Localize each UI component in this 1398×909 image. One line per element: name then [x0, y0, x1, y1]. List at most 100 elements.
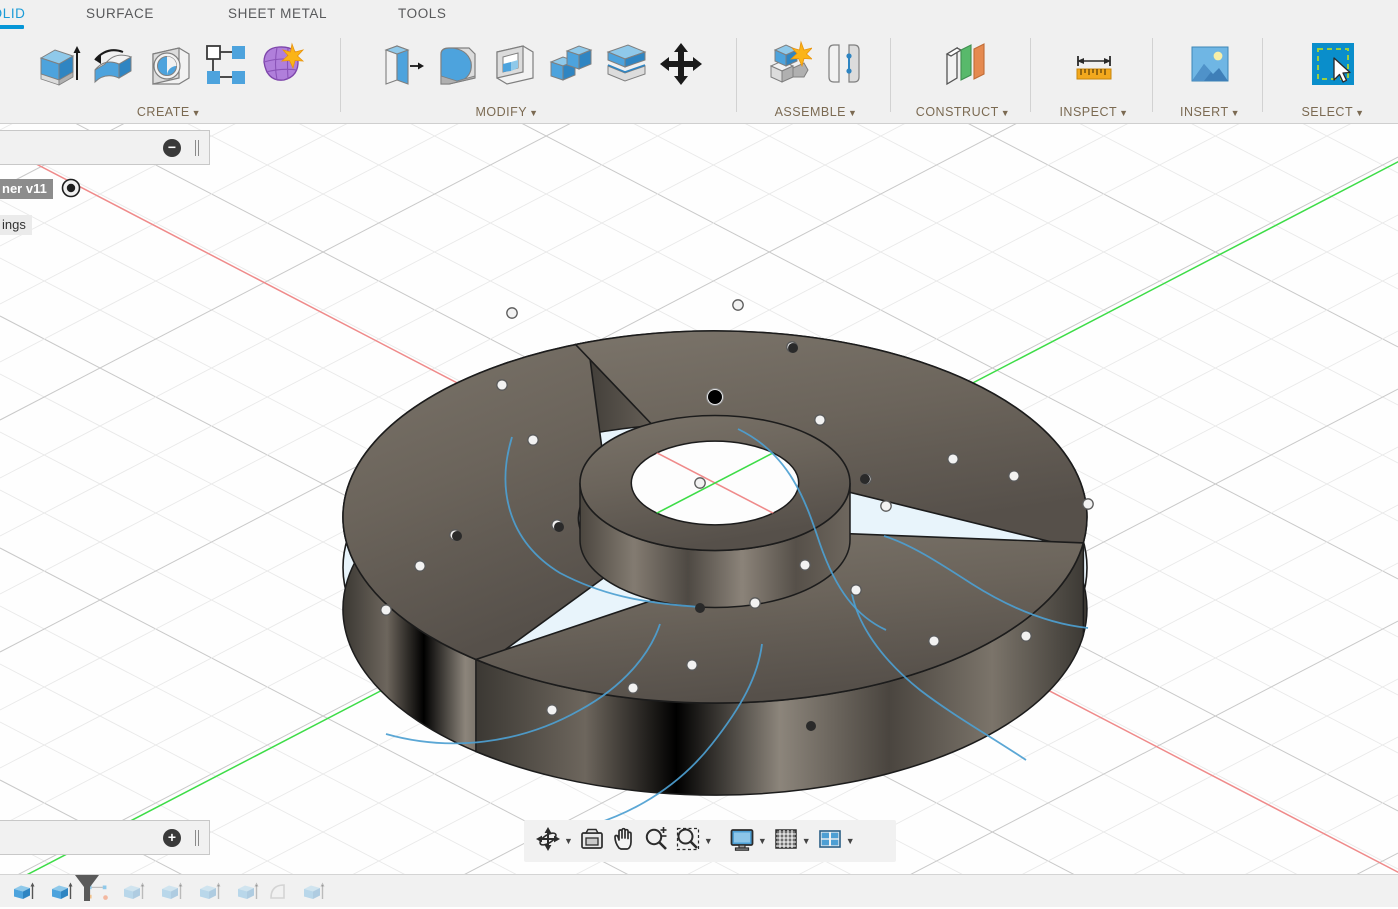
panel-label-select[interactable]: SELECT ▼	[1268, 105, 1398, 119]
ribbon-tab-sheet-metal[interactable]: SHEET METAL	[228, 6, 327, 21]
timeline-extrude-feature-3[interactable]	[120, 879, 146, 905]
fit-icon	[675, 826, 701, 857]
joint-button[interactable]	[816, 33, 872, 95]
fit-button[interactable]: ▼	[672, 824, 716, 858]
revolve-button[interactable]	[85, 33, 141, 95]
grid-snaps-button[interactable]: ▼	[770, 824, 814, 858]
chevron-down-icon[interactable]: ▼	[1001, 108, 1010, 118]
timeline-extrude-feature-1[interactable]	[10, 879, 36, 905]
timeline-revolve-feature-1[interactable]	[266, 879, 292, 905]
zoom-icon	[643, 826, 669, 857]
viewports-button[interactable]: ▼	[814, 824, 858, 858]
visibility-eye-icon[interactable]	[61, 178, 81, 201]
chevron-down-icon[interactable]: ▼	[848, 108, 857, 118]
sketch-point-dark-2	[806, 721, 816, 731]
browser-panel-grip-bottom[interactable]	[195, 830, 199, 846]
pan-button[interactable]	[608, 824, 640, 858]
ribbon-panel-modify: MODIFY ▼	[346, 30, 736, 123]
new-component-button[interactable]	[760, 33, 816, 95]
offset-plane-button[interactable]	[935, 33, 991, 95]
panel-label-assemble[interactable]: ASSEMBLE ▼	[742, 105, 890, 119]
insert-image-button[interactable]	[1182, 33, 1238, 95]
chevron-down-icon[interactable]: ▼	[846, 836, 855, 846]
sketch-point-0	[506, 307, 518, 319]
display-settings-button[interactable]: ▼	[726, 824, 770, 858]
pattern-button[interactable]	[197, 33, 253, 95]
move-copy-button[interactable]	[653, 33, 709, 95]
view-navigation-bar[interactable]: ▼ ▼ ▼ ▼ ▼	[524, 820, 896, 862]
chevron-down-icon[interactable]: ▼	[1355, 108, 1364, 118]
ribbon-tab-solid[interactable]: SOLID	[0, 6, 26, 21]
panel-label-inspect[interactable]: INSPECT ▼	[1036, 105, 1152, 119]
timeline-extrude-feature-7[interactable]	[300, 879, 326, 905]
browser-collapse-button[interactable]: −	[163, 139, 181, 157]
chevron-down-icon[interactable]: ▼	[1231, 108, 1240, 118]
browser-panel-grip-top[interactable]	[195, 140, 199, 156]
zoom-button[interactable]	[640, 824, 672, 858]
ribbon-tab-strip: SOLID SURFACE SHEET METAL TOOLS	[0, 0, 1398, 30]
panel-label-modify[interactable]: MODIFY ▼	[312, 105, 702, 119]
sketch-point-19	[799, 559, 811, 571]
press-pull-button[interactable]	[373, 33, 429, 95]
browser-item-1[interactable]: ings	[0, 214, 32, 236]
panel-divider	[736, 38, 737, 112]
sketch-point-1	[496, 379, 508, 391]
ribbon-tab-tools[interactable]: TOOLS	[398, 6, 447, 21]
timeline-extrude-feature-6[interactable]	[234, 879, 260, 905]
sketch-point-dark-1	[860, 474, 870, 484]
form-button[interactable]	[253, 33, 309, 95]
combine-button[interactable]	[541, 33, 597, 95]
extrude-button[interactable]	[29, 33, 85, 95]
panel-divider	[1152, 38, 1153, 112]
ribbon-tab-surface[interactable]: SURFACE	[86, 6, 154, 21]
chevron-down-icon[interactable]: ▼	[1119, 108, 1128, 118]
ribbon-toolbar: SOLIDSURFACESHEET METALTOOLS CREATE▼MODI…	[0, 0, 1398, 124]
viewports-icon	[817, 826, 843, 857]
panel-label-text-construct: CONSTRUCT	[915, 105, 999, 119]
select-tool-button[interactable]	[1305, 33, 1361, 95]
timeline-extrude-feature-5[interactable]	[196, 879, 222, 905]
sketch-point-dark-3	[695, 603, 705, 613]
panel-divider	[340, 38, 341, 112]
panel-divider	[890, 38, 891, 112]
panel-label-construct[interactable]: CONSTRUCT ▼	[896, 105, 1030, 119]
timeline-playhead[interactable]	[72, 874, 102, 909]
pan-icon	[611, 826, 637, 857]
sketch-point-13	[627, 682, 639, 694]
chevron-down-icon[interactable]: ▼	[704, 836, 713, 846]
ribbon-panel-select: SELECT ▼	[1268, 30, 1398, 123]
chevron-down-icon[interactable]: ▼	[758, 836, 767, 846]
gridsnaps-icon	[773, 826, 799, 857]
browser-panel-bottom[interactable]: +	[0, 820, 210, 855]
sketch-point-15	[749, 597, 761, 609]
timeline-extrude-feature-4[interactable]	[158, 879, 184, 905]
sketch-point-22	[947, 453, 959, 465]
split-face-button[interactable]	[597, 33, 653, 95]
panel-label-text-select: SELECT	[1301, 105, 1354, 119]
panel-label-insert[interactable]: INSERT ▼	[1158, 105, 1262, 119]
chevron-down-icon[interactable]: ▼	[802, 836, 811, 846]
chevron-down-icon[interactable]: ▼	[564, 836, 573, 846]
cad-model-impeller[interactable]	[0, 124, 1398, 874]
chevron-down-icon[interactable]: ▼	[529, 108, 538, 118]
chevron-down-icon[interactable]: ▼	[192, 108, 201, 118]
sketch-point-8	[380, 604, 392, 616]
browser-item-label-1: ings	[0, 215, 32, 235]
timeline-bar[interactable]	[0, 874, 1398, 907]
orbit-button[interactable]: ▼	[532, 824, 576, 858]
panel-label-text-insert: INSERT	[1179, 105, 1229, 119]
timeline-extrude-feature-2[interactable]	[48, 879, 74, 905]
hole-button[interactable]	[141, 33, 197, 95]
browser-item-0[interactable]: ner v11	[0, 178, 81, 200]
sketch-point-7	[880, 500, 892, 512]
panel-label-create[interactable]: CREATE ▼	[0, 105, 338, 119]
browser-expand-button[interactable]: +	[163, 829, 181, 847]
panel-label-text-inspect: INSPECT	[1059, 105, 1118, 119]
fillet-button[interactable]	[429, 33, 485, 95]
browser-panel-top[interactable]: −	[0, 130, 210, 165]
sketch-point-20	[1082, 498, 1094, 510]
viewport-canvas[interactable]	[0, 124, 1398, 874]
shell-button[interactable]	[485, 33, 541, 95]
measure-button[interactable]	[1066, 33, 1122, 95]
look-at-button[interactable]	[576, 824, 608, 858]
